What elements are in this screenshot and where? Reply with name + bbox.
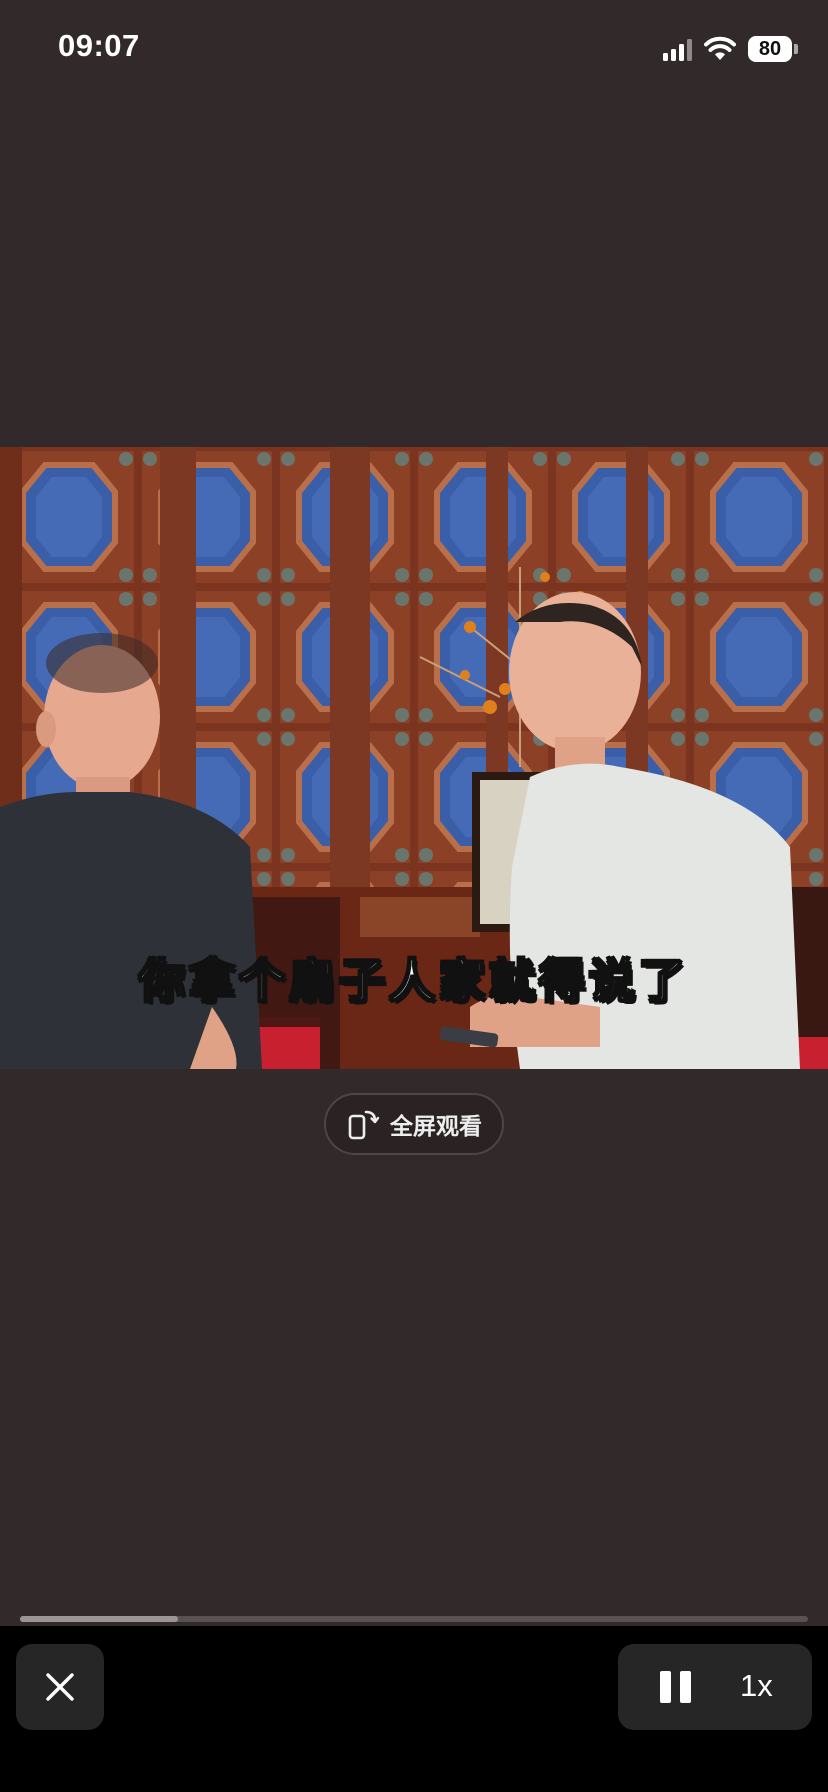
fullscreen-button[interactable]: 全屏观看 xyxy=(324,1093,504,1155)
wifi-icon xyxy=(704,36,736,60)
close-icon xyxy=(46,1673,74,1701)
bottom-control-bar: 1x xyxy=(0,1626,828,1792)
rotate-screen-icon xyxy=(348,1110,380,1140)
playback-controls: 1x xyxy=(618,1644,812,1730)
signal-icon xyxy=(663,37,692,61)
progress-fill xyxy=(20,1616,178,1622)
battery-level: 80 xyxy=(758,37,782,60)
status-time: 09:07 xyxy=(58,28,140,63)
battery-icon: 80 xyxy=(748,36,792,62)
pause-icon[interactable] xyxy=(660,1671,691,1703)
battery-nub xyxy=(794,44,798,54)
video-subtitle: 你拿个扇子人家就得说了 xyxy=(138,953,689,1009)
playback-speed-button[interactable]: 1x xyxy=(740,1668,773,1704)
fullscreen-label: 全屏观看 xyxy=(390,1114,482,1140)
video-viewer-screen: 09:07 80 你拿个扇子人家就得说了 全屏观看 1x xyxy=(0,0,828,1792)
close-button[interactable] xyxy=(16,1644,104,1730)
status-icons: 80 xyxy=(663,34,798,64)
video-player[interactable]: 你拿个扇子人家就得说了 xyxy=(0,447,828,1069)
progress-bar[interactable] xyxy=(20,1616,808,1622)
